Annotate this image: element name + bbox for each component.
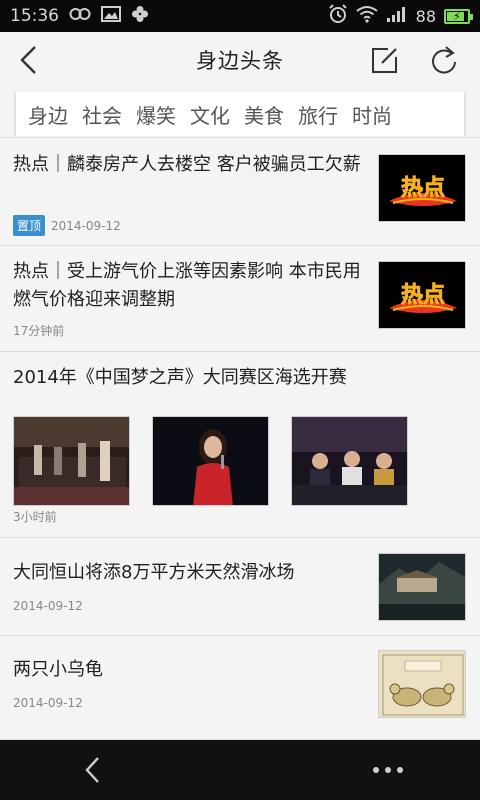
alarm-icon <box>328 3 348 29</box>
news-thumbnail: 热点 <box>378 261 466 329</box>
refresh-button[interactable] <box>426 42 462 78</box>
battery-percent: 88 <box>415 6 436 26</box>
wifi-icon <box>356 5 378 28</box>
bottom-nav <box>0 740 480 800</box>
edit-icon <box>372 48 397 73</box>
clover-icon <box>131 5 149 28</box>
gallery-photo-singer <box>152 416 269 506</box>
hot-logo-text: 热点 <box>401 175 445 201</box>
gallery-photo-stage <box>13 416 130 506</box>
image-icon <box>101 5 121 27</box>
news-date: 2014-09-12 <box>51 218 121 233</box>
hot-logo-image: 热点 <box>379 155 465 221</box>
back-chevron-icon <box>85 757 99 783</box>
news-item[interactable]: 热点｜受上游气价上涨等因素影响 本市民用燃气价格迎来调整期 17分钟前 热点 <box>0 246 480 352</box>
pinned-badge: 置顶 <box>13 215 46 236</box>
signal-icon <box>386 5 408 28</box>
infinity-icon <box>69 6 91 26</box>
news-gallery <box>13 416 408 506</box>
tab-culture[interactable]: 文化 <box>176 100 230 129</box>
news-date: 2014-09-12 <box>13 696 83 710</box>
news-meta: 17分钟前 <box>13 322 64 339</box>
category-tabs: 身边 社会 爆笑 文化 美食 旅行 时尚 <box>0 88 480 138</box>
charging-bolt-icon: ⚡ <box>453 9 461 23</box>
news-date: 17分钟前 <box>13 324 65 338</box>
more-dots-icon <box>373 767 403 773</box>
news-meta: 置顶 2014-09-12 <box>13 215 121 236</box>
hot-logo-text: 热点 <box>401 282 445 308</box>
turtles-comic-image <box>379 651 465 717</box>
tab-funny[interactable]: 爆笑 <box>122 100 176 129</box>
news-thumbnail: 热点 <box>378 154 466 222</box>
news-headline: 热点｜麟泰房产人去楼空 客户被骗员工欠薪 <box>13 154 361 175</box>
gallery-photo-judges <box>291 416 408 506</box>
battery-icon: ⚡ <box>444 8 473 24</box>
news-headline: 两只小乌龟 <box>13 659 103 680</box>
news-meta: 3小时前 <box>13 508 57 525</box>
page-title: 身边头条 <box>196 49 284 73</box>
bottom-back-button[interactable] <box>80 754 104 786</box>
news-item[interactable]: 热点｜麟泰房产人去楼空 客户被骗员工欠薪 置顶 2014-09-12 热点 <box>0 138 480 246</box>
category-tab-strip[interactable]: 身边 社会 爆笑 文化 美食 旅行 时尚 <box>14 92 466 136</box>
news-meta: 2014-09-12 <box>13 599 83 613</box>
tab-nearby[interactable]: 身边 <box>16 100 68 129</box>
mountain-temple-image <box>379 554 465 620</box>
news-headline: 大同恒山将添8万平方米天然滑冰场 <box>13 562 295 583</box>
tab-fashion[interactable]: 时尚 <box>338 100 392 129</box>
news-item[interactable]: 2014年《中国梦之声》大同赛区海选开赛 3小时前 <box>0 352 480 538</box>
news-item[interactable]: 两只小乌龟 2014-09-12 <box>0 636 480 740</box>
hot-logo-image: 热点 <box>379 262 465 328</box>
tab-society[interactable]: 社会 <box>68 100 122 129</box>
edit-button[interactable] <box>367 42 403 78</box>
tab-travel[interactable]: 旅行 <box>284 100 338 129</box>
refresh-icon <box>432 46 456 74</box>
news-item[interactable]: 大同恒山将添8万平方米天然滑冰场 2014-09-12 <box>0 538 480 636</box>
status-time: 15:36 <box>10 6 59 26</box>
more-button[interactable] <box>370 754 406 786</box>
news-headline: 2014年《中国梦之声》大同赛区海选开赛 <box>13 367 347 388</box>
back-button[interactable] <box>10 42 46 78</box>
news-list: 热点｜麟泰房产人去楼空 客户被骗员工欠薪 置顶 2014-09-12 热点 热点… <box>0 138 480 740</box>
tab-food[interactable]: 美食 <box>230 100 284 129</box>
news-thumbnail <box>378 553 466 621</box>
news-headline: 热点｜受上游气价上涨等因素影响 本市民用燃气价格迎来调整期 <box>13 261 361 310</box>
news-date: 3小时前 <box>13 510 57 524</box>
back-arrow-icon <box>20 46 36 74</box>
title-bar: 身边头条 <box>0 32 480 88</box>
news-thumbnail <box>378 650 466 718</box>
status-bar: 15:36 88 ⚡ <box>0 0 480 32</box>
news-meta: 2014-09-12 <box>13 696 83 710</box>
news-date: 2014-09-12 <box>13 599 83 613</box>
